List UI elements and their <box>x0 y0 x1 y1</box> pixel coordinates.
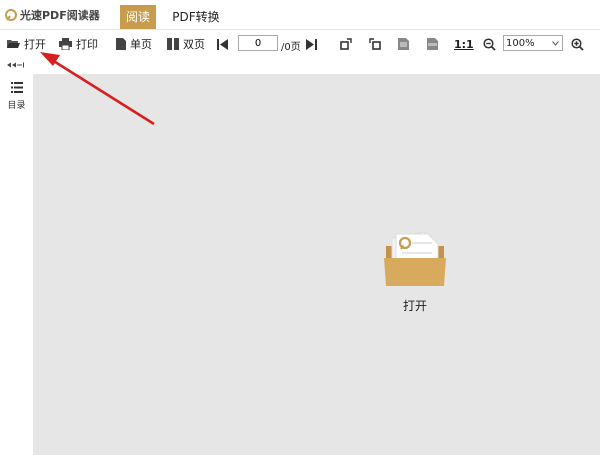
open-file-label[interactable]: 打开 <box>385 297 445 314</box>
tab-pdf-convert[interactable]: PDF转换 <box>160 5 232 29</box>
toc-button[interactable]: 目录 <box>0 82 33 111</box>
title-bar: 光速PDF阅读器 阅读 PDF转换 <box>0 0 600 30</box>
toolbar: 打开 打印 单页 双页 /0页 <box>0 30 600 58</box>
tab-read[interactable]: 阅读 <box>120 5 156 29</box>
zoom-value: 100% <box>506 37 535 49</box>
list-icon <box>10 82 23 93</box>
collapse-arrows-icon <box>7 62 24 68</box>
single-page-label: 单页 <box>130 38 152 51</box>
print-button[interactable]: 打印 <box>59 34 98 54</box>
fit-page-button[interactable] <box>398 34 409 54</box>
sidebar: 目录 <box>0 74 33 455</box>
rotate-left-button[interactable] <box>369 34 381 54</box>
last-page-icon <box>306 38 317 50</box>
printer-icon <box>59 38 72 50</box>
double-page-button[interactable]: 双页 <box>167 34 205 54</box>
app-logo-icon <box>5 9 17 21</box>
open-file-area[interactable] <box>384 228 446 288</box>
actual-size-button[interactable]: 1:1 <box>454 34 474 54</box>
first-page-button[interactable] <box>217 34 228 54</box>
first-page-icon <box>217 38 228 50</box>
page-total: /0页 <box>281 42 301 53</box>
zoom-in-button[interactable] <box>571 34 584 54</box>
zoom-in-icon <box>571 37 584 51</box>
folder-open-icon <box>7 40 20 48</box>
single-page-button[interactable]: 单页 <box>116 34 152 54</box>
actual-size-label: 1:1 <box>454 37 474 51</box>
open-button[interactable]: 打开 <box>6 34 46 54</box>
toc-label: 目录 <box>7 101 26 111</box>
zoom-out-icon <box>483 37 496 51</box>
folder-document-icon <box>384 231 446 286</box>
single-page-icon <box>116 38 126 50</box>
print-button-label: 打印 <box>76 38 98 51</box>
fit-width-icon <box>427 38 438 50</box>
zoom-select[interactable]: 100% <box>503 35 563 51</box>
document-viewer: 打开 <box>33 74 600 455</box>
chevron-down-icon <box>552 40 559 46</box>
sidebar-collapse-toggle[interactable] <box>7 61 25 70</box>
fit-page-icon <box>398 38 409 50</box>
fit-width-button[interactable] <box>427 34 438 54</box>
double-page-label: 双页 <box>183 38 205 51</box>
last-page-button[interactable] <box>306 34 317 54</box>
double-page-icon <box>167 38 179 50</box>
zoom-out-button[interactable] <box>483 34 496 54</box>
rotate-left-icon <box>369 38 381 50</box>
page-number-input[interactable] <box>238 35 278 51</box>
open-button-label: 打开 <box>24 38 46 51</box>
rotate-right-button[interactable] <box>340 34 352 54</box>
app-title: 光速PDF阅读器 <box>20 9 100 22</box>
rotate-right-icon <box>340 38 352 50</box>
